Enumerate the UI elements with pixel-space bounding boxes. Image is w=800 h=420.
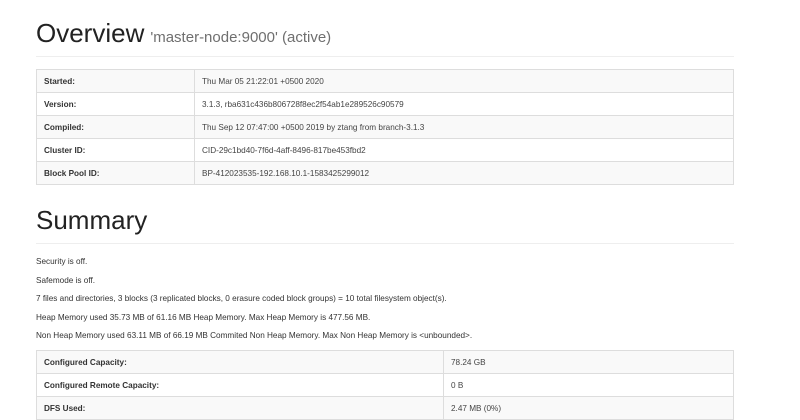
- overview-heading: Overview 'master-node:9000' (active): [36, 18, 331, 49]
- security-status: Security is off.: [36, 257, 88, 266]
- row-label: Compiled:: [36, 115, 195, 139]
- row-label: Started:: [36, 69, 195, 93]
- row-value: 2.47 MB (0%): [443, 396, 734, 420]
- summary-title: Summary: [36, 205, 148, 235]
- row-value: 3.1.3, rba631c436b806728f8ec2f54ab1e2895…: [194, 92, 734, 116]
- table-row: Started: Thu Mar 05 21:22:01 +0500 2020: [36, 69, 734, 93]
- table-row: Configured Capacity: 78.24 GB: [36, 350, 734, 374]
- row-value: Thu Sep 12 07:47:00 +0500 2019 by ztang …: [194, 115, 734, 139]
- row-value: CID-29c1bd40-7f6d-4aff-8496-817be453fbd2: [194, 138, 734, 162]
- overview-subtitle: 'master-node:9000' (active): [150, 29, 332, 46]
- heap-memory-info: Heap Memory used 35.73 MB of 61.16 MB He…: [36, 313, 371, 322]
- table-row: Configured Remote Capacity: 0 B: [36, 373, 734, 397]
- row-label: Block Pool ID:: [36, 161, 195, 185]
- row-value: Thu Mar 05 21:22:01 +0500 2020: [194, 69, 734, 93]
- overview-divider: [36, 56, 734, 57]
- row-value: 78.24 GB: [443, 350, 734, 374]
- row-value: BP-412023535-192.168.10.1-1583425299012: [194, 161, 734, 185]
- table-row: DFS Used: 2.47 MB (0%): [36, 396, 734, 420]
- table-row: Block Pool ID: BP-412023535-192.168.10.1…: [36, 161, 734, 185]
- summary-divider: [36, 243, 734, 244]
- non-heap-memory-info: Non Heap Memory used 63.11 MB of 66.19 M…: [36, 331, 473, 340]
- table-row: Version: 3.1.3, rba631c436b806728f8ec2f5…: [36, 92, 734, 116]
- row-label: Version:: [36, 92, 195, 116]
- table-row: Cluster ID: CID-29c1bd40-7f6d-4aff-8496-…: [36, 138, 734, 162]
- row-label: Configured Remote Capacity:: [36, 373, 444, 397]
- safemode-status: Safemode is off.: [36, 276, 96, 285]
- table-row: Compiled: Thu Sep 12 07:47:00 +0500 2019…: [36, 115, 734, 139]
- row-label: Configured Capacity:: [36, 350, 444, 374]
- overview-table: Started: Thu Mar 05 21:22:01 +0500 2020 …: [36, 69, 734, 185]
- summary-table: Configured Capacity: 78.24 GB Configured…: [36, 350, 734, 420]
- row-label: Cluster ID:: [36, 138, 195, 162]
- namenode-overview-page: Overview 'master-node:9000' (active) Star…: [0, 0, 800, 420]
- overview-title: Overview: [36, 18, 145, 48]
- filesystem-objects-info: 7 files and directories, 3 blocks (3 rep…: [36, 294, 447, 303]
- row-label: DFS Used:: [36, 396, 444, 420]
- row-value: 0 B: [443, 373, 734, 397]
